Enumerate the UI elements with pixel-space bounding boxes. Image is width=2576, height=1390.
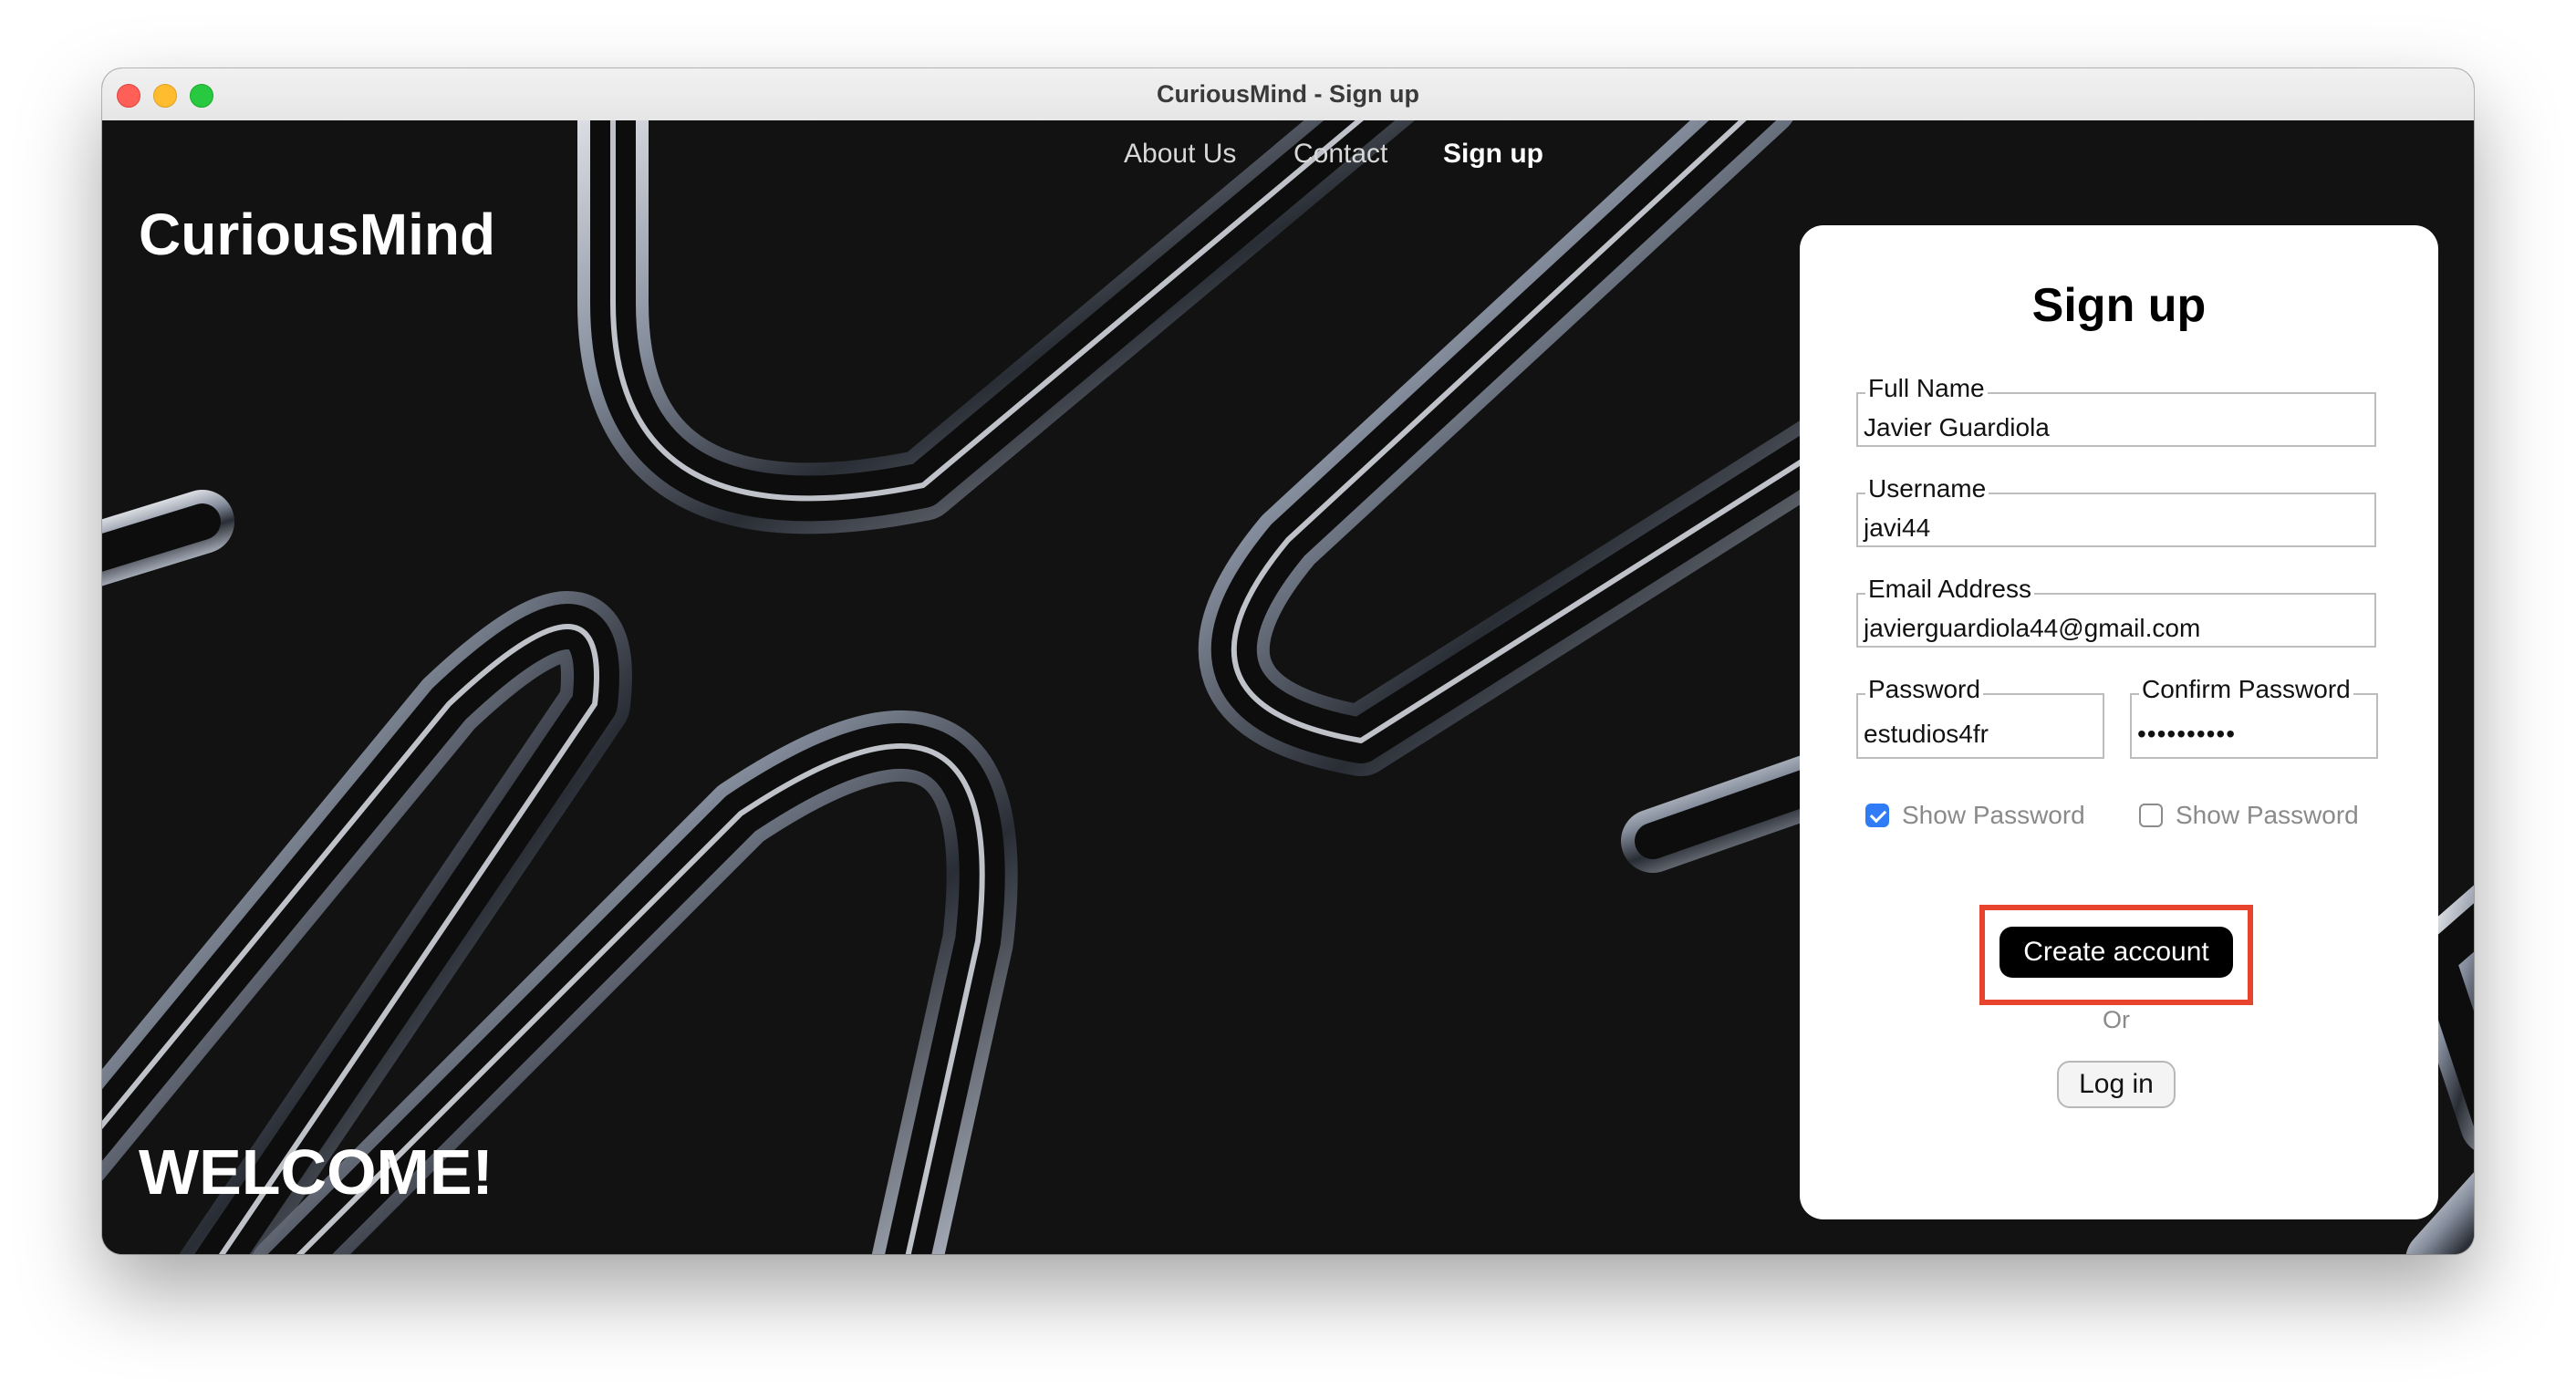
username-label: Username xyxy=(1865,474,1989,503)
show-password-label-1: Show Password xyxy=(1902,801,2085,829)
welcome-heading: WELCOME! xyxy=(139,1136,493,1208)
full-name-input[interactable]: Javier Guardiola xyxy=(1864,412,2050,443)
log-in-button[interactable]: Log in xyxy=(2057,1061,2176,1108)
nav-contact[interactable]: Contact xyxy=(1293,139,1387,170)
app-window: CuriousMind - Sign up About Us Contact S… xyxy=(102,68,2474,1254)
brand-logo: CuriousMind xyxy=(139,202,496,267)
password-input[interactable]: estudios4fr xyxy=(1864,719,1989,750)
username-input[interactable]: javi44 xyxy=(1864,513,1930,544)
email-field[interactable]: Email Address javierguardiola44@gmail.co… xyxy=(1856,575,2376,648)
checkbox-checked-icon[interactable] xyxy=(1865,804,1889,827)
show-password-label-2: Show Password xyxy=(2176,801,2359,829)
confirm-password-input[interactable]: •••••••••• xyxy=(2137,719,2236,750)
password-label: Password xyxy=(1865,675,1983,704)
full-name-field[interactable]: Full Name Javier Guardiola xyxy=(1856,374,2376,447)
nav-about-us[interactable]: About Us xyxy=(1124,139,1236,170)
checkbox-unchecked-icon[interactable] xyxy=(2139,804,2163,827)
username-field[interactable]: Username javi44 xyxy=(1856,474,2376,547)
confirm-password-field[interactable]: Confirm Password •••••••••• xyxy=(2130,675,2378,759)
show-password-toggle-2[interactable]: Show Password xyxy=(2139,800,2359,831)
signup-title: Sign up xyxy=(2031,279,2207,332)
or-separator: Or xyxy=(2103,1006,2130,1033)
password-field[interactable]: Password estudios4fr xyxy=(1856,675,2104,759)
window-title: CuriousMind - Sign up xyxy=(1157,80,1419,108)
title-bar: CuriousMind - Sign up xyxy=(102,68,2474,121)
email-label: Email Address xyxy=(1865,575,2034,604)
nav-sign-up[interactable]: Sign up xyxy=(1443,139,1543,170)
confirm-password-label: Confirm Password xyxy=(2139,675,2353,704)
create-account-button[interactable]: Create account xyxy=(2000,927,2233,978)
full-name-label: Full Name xyxy=(1865,374,1988,403)
top-nav: About Us Contact Sign up xyxy=(102,139,2474,184)
show-password-toggle-1[interactable]: Show Password xyxy=(1865,800,2085,831)
email-input[interactable]: javierguardiola44@gmail.com xyxy=(1864,613,2200,644)
